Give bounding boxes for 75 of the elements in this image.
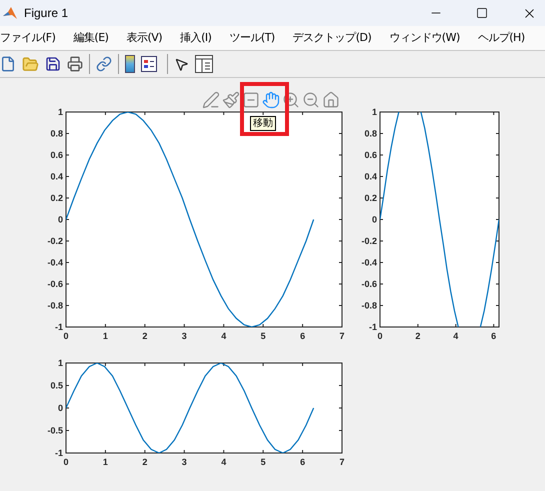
x-tick-label: 4	[221, 457, 226, 467]
y-tick-label: 0.6	[364, 150, 377, 160]
hand-icon[interactable]	[262, 91, 280, 109]
x-tick-label: 6	[300, 457, 306, 467]
new-file-icon[interactable]	[0, 56, 16, 72]
y-tick-label: 0.4	[50, 172, 63, 182]
rectangle-icon[interactable]	[242, 91, 260, 109]
y-tick-label: 0.8	[50, 128, 63, 138]
menu-item[interactable]: デスクトップ(D)	[292, 30, 372, 46]
x-tick-label: 2	[142, 331, 148, 341]
x-tick-label: 4	[221, 331, 226, 341]
highlight-frame	[240, 82, 289, 136]
colorbar-icon[interactable]	[125, 55, 135, 73]
x-tick-label: 3	[182, 331, 187, 341]
y-tick-label: 0.2	[50, 193, 63, 203]
menu-item[interactable]: ヘルプ(H)	[478, 30, 525, 46]
menu-item[interactable]: ファイル(F)	[0, 30, 56, 46]
zoom-in-icon[interactable]	[282, 91, 300, 109]
y-tick-label: 0	[372, 214, 377, 224]
x-tick-label: 0	[64, 457, 68, 467]
y-tick-label: -0.6	[361, 279, 377, 289]
y-tick-label: 1	[58, 107, 63, 117]
maximize-icon[interactable]	[476, 7, 488, 19]
x-tick-label: 7	[340, 331, 344, 341]
property-inspector-icon[interactable]	[195, 55, 213, 73]
home-icon[interactable]	[322, 91, 340, 109]
x-tick-label: 2	[142, 457, 148, 467]
menu-item[interactable]: 表示(V)	[126, 30, 162, 46]
y-tick-label: -1	[368, 322, 377, 332]
x-tick-label: 7	[340, 457, 344, 467]
x-tick-label: 6	[491, 331, 496, 341]
y-tick-label: 1	[372, 107, 377, 117]
menu-item[interactable]: ツール(T)	[229, 30, 275, 46]
pen-icon[interactable]	[202, 91, 220, 109]
brush-icon[interactable]	[222, 91, 240, 109]
printer-icon[interactable]	[67, 56, 83, 72]
save-icon[interactable]	[45, 56, 61, 72]
y-tick-label: 0.8	[364, 128, 377, 138]
x-tick-label: 2	[415, 331, 420, 341]
y-tick-label: 0.5	[50, 380, 63, 390]
link-icon[interactable]	[96, 56, 112, 72]
tooltip: 移動	[250, 116, 276, 131]
y-tick-label: 0.6	[50, 150, 63, 160]
y-tick-label: -0.8	[47, 300, 63, 310]
x-tick-label: 1	[102, 457, 108, 467]
y-tick-label: -0.2	[361, 236, 377, 246]
y-tick-label: 0.4	[364, 172, 377, 182]
app-logo-icon	[2, 5, 18, 21]
pointer-icon[interactable]	[174, 56, 189, 72]
x-tick-label: 4	[453, 331, 458, 341]
x-tick-label: 5	[260, 331, 266, 341]
x-tick-label: 5	[260, 457, 266, 467]
y-tick-label: -1	[54, 448, 63, 458]
y-tick-label: 1	[58, 358, 63, 368]
y-tick-label: 0	[58, 214, 63, 224]
x-tick-label: 0	[378, 331, 382, 341]
menu-item[interactable]: 挿入(I)	[180, 30, 212, 46]
x-tick-label: 3	[182, 457, 187, 467]
menu-item[interactable]: 編集(E)	[73, 30, 108, 46]
y-tick-label: 0	[58, 403, 63, 413]
y-tick-label: -0.8	[361, 300, 377, 310]
y-tick-label: -0.2	[47, 236, 63, 246]
x-tick-label: 0	[64, 331, 68, 341]
y-tick-label: -0.4	[47, 258, 63, 268]
x-tick-label: 6	[300, 331, 306, 341]
y-tick-label: -0.5	[47, 426, 63, 436]
legend-icon[interactable]	[141, 56, 157, 72]
y-tick-label: -0.6	[47, 279, 63, 289]
x-tick-label: 1	[102, 331, 108, 341]
y-tick-label: -1	[54, 322, 63, 332]
y-tick-label: -0.4	[361, 258, 377, 268]
window-title: Figure 1	[24, 5, 68, 22]
y-tick-label: 0.2	[364, 193, 377, 203]
menu-item[interactable]: ウィンドウ(W)	[389, 30, 460, 46]
zoom-out-icon[interactable]	[302, 91, 320, 109]
